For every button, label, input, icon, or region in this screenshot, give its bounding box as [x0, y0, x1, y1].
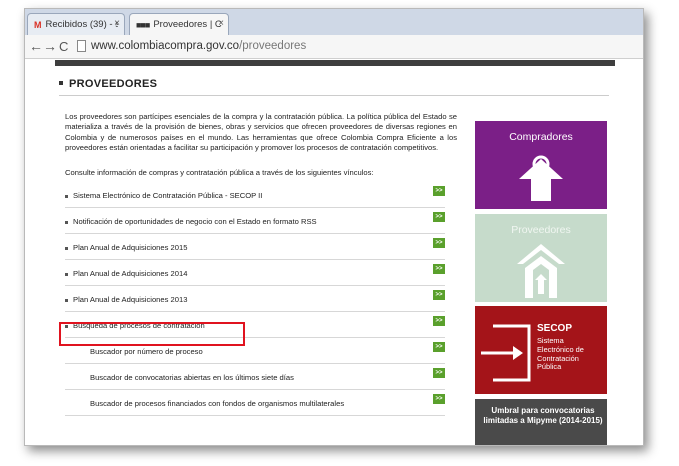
site-top-bar: [55, 60, 615, 66]
go-button[interactable]: >>: [433, 186, 445, 196]
link-buscador-convocatorias[interactable]: Buscador de convocatorias abiertas en lo…: [65, 364, 445, 390]
tab-proveedores[interactable]: ■■■ Proveedores | Colombia C ×: [129, 13, 229, 35]
tab-gmail[interactable]: M Recibidos (39) - scardona ×: [27, 13, 125, 35]
link-label[interactable]: Buscador por número de proceso: [90, 347, 203, 356]
bullet-icon: [65, 298, 68, 302]
close-icon[interactable]: ×: [114, 18, 120, 29]
link-plan-2013[interactable]: Plan Anual de Adquisiciones 2013 >>: [65, 286, 445, 312]
link-label[interactable]: Buscador de convocatorias abiertas en lo…: [90, 373, 294, 382]
bullet-icon: [65, 194, 68, 198]
bullet-icon: [65, 220, 68, 224]
forward-arrow-icon[interactable]: →: [43, 38, 57, 54]
bullet-icon: [65, 272, 68, 276]
go-button[interactable]: >>: [433, 368, 445, 378]
go-button[interactable]: >>: [433, 264, 445, 274]
go-button[interactable]: >>: [433, 316, 445, 326]
tab-label: Proveedores | Colombia C: [153, 19, 222, 30]
page-viewport: PROVEEDORES Los proveedores son partícip…: [25, 60, 643, 445]
go-button[interactable]: >>: [433, 342, 445, 352]
page-title-row: PROVEEDORES: [59, 74, 609, 96]
url-host: www.colombiacompra.gov.co: [91, 40, 240, 52]
tab-strip: M Recibidos (39) - scardona × ■■■ Provee…: [25, 9, 643, 35]
secop-subtitle: Sistema Electrónico de Contratación Públ…: [537, 336, 584, 372]
links-list: Sistema Electrónico de Contratación Públ…: [65, 182, 445, 416]
secop-tile[interactable]: SECOP Sistema Electrónico de Contratació…: [475, 306, 607, 394]
proveedores-tile[interactable]: Proveedores: [475, 214, 607, 302]
link-rss[interactable]: Notificación de oportunidades de negocio…: [65, 208, 445, 234]
link-label[interactable]: Buscador de procesos financiados con fon…: [90, 399, 344, 408]
link-label[interactable]: Plan Anual de Adquisiciones 2014: [73, 269, 187, 278]
tab-label: Recibidos (39) - scardona: [45, 19, 119, 30]
close-icon[interactable]: ×: [218, 18, 224, 29]
intro-paragraph: Los proveedores son partícipes esenciale…: [65, 112, 457, 153]
go-button[interactable]: >>: [433, 212, 445, 222]
link-label[interactable]: Notificación de oportunidades de negocio…: [73, 217, 317, 226]
link-label[interactable]: Plan Anual de Adquisiciones 2013: [73, 295, 187, 304]
highlight-box: [59, 322, 245, 346]
address-bar[interactable]: www.colombiacompra.gov.co/proveedores: [91, 40, 306, 52]
umbral-label: Umbral para convocatorias limitadas a Mi…: [483, 406, 603, 425]
link-plan-2014[interactable]: Plan Anual de Adquisiciones 2014 >>: [65, 260, 445, 286]
back-arrow-icon[interactable]: ←: [29, 38, 43, 54]
umbral-tile[interactable]: Umbral para convocatorias limitadas a Mi…: [475, 399, 607, 445]
bullet-icon: [65, 246, 68, 250]
compradores-arrow-icon: [519, 155, 563, 201]
colombia-compra-icon: ■■■: [136, 19, 150, 30]
go-button[interactable]: >>: [433, 238, 445, 248]
page-icon: [77, 40, 86, 52]
reload-icon[interactable]: C: [59, 39, 68, 54]
url-path: /proveedores: [239, 40, 307, 52]
browser-window: M Recibidos (39) - scardona × ■■■ Provee…: [24, 8, 644, 446]
link-secop-ii[interactable]: Sistema Electrónico de Contratación Públ…: [65, 182, 445, 208]
proveedores-house-icon: [517, 244, 565, 298]
address-toolbar: ← → C www.colombiacompra.gov.co/proveedo…: [25, 35, 643, 59]
secop-subtitle-line: Pública: [537, 362, 562, 372]
gmail-icon: M: [34, 19, 42, 30]
consult-text: Consulte información de compras y contra…: [65, 168, 374, 177]
link-buscador-multilaterales[interactable]: Buscador de procesos financiados con fon…: [65, 390, 445, 416]
link-plan-2015[interactable]: Plan Anual de Adquisiciones 2015 >>: [65, 234, 445, 260]
go-button[interactable]: >>: [433, 290, 445, 300]
bullet-icon: [59, 80, 63, 85]
compradores-tile[interactable]: Compradores: [475, 121, 607, 209]
page-title: PROVEEDORES: [69, 78, 158, 90]
link-label[interactable]: Plan Anual de Adquisiciones 2015: [73, 243, 187, 252]
go-button[interactable]: >>: [433, 394, 445, 404]
secop-title: SECOP: [537, 323, 573, 334]
link-label[interactable]: Sistema Electrónico de Contratación Públ…: [73, 191, 262, 200]
